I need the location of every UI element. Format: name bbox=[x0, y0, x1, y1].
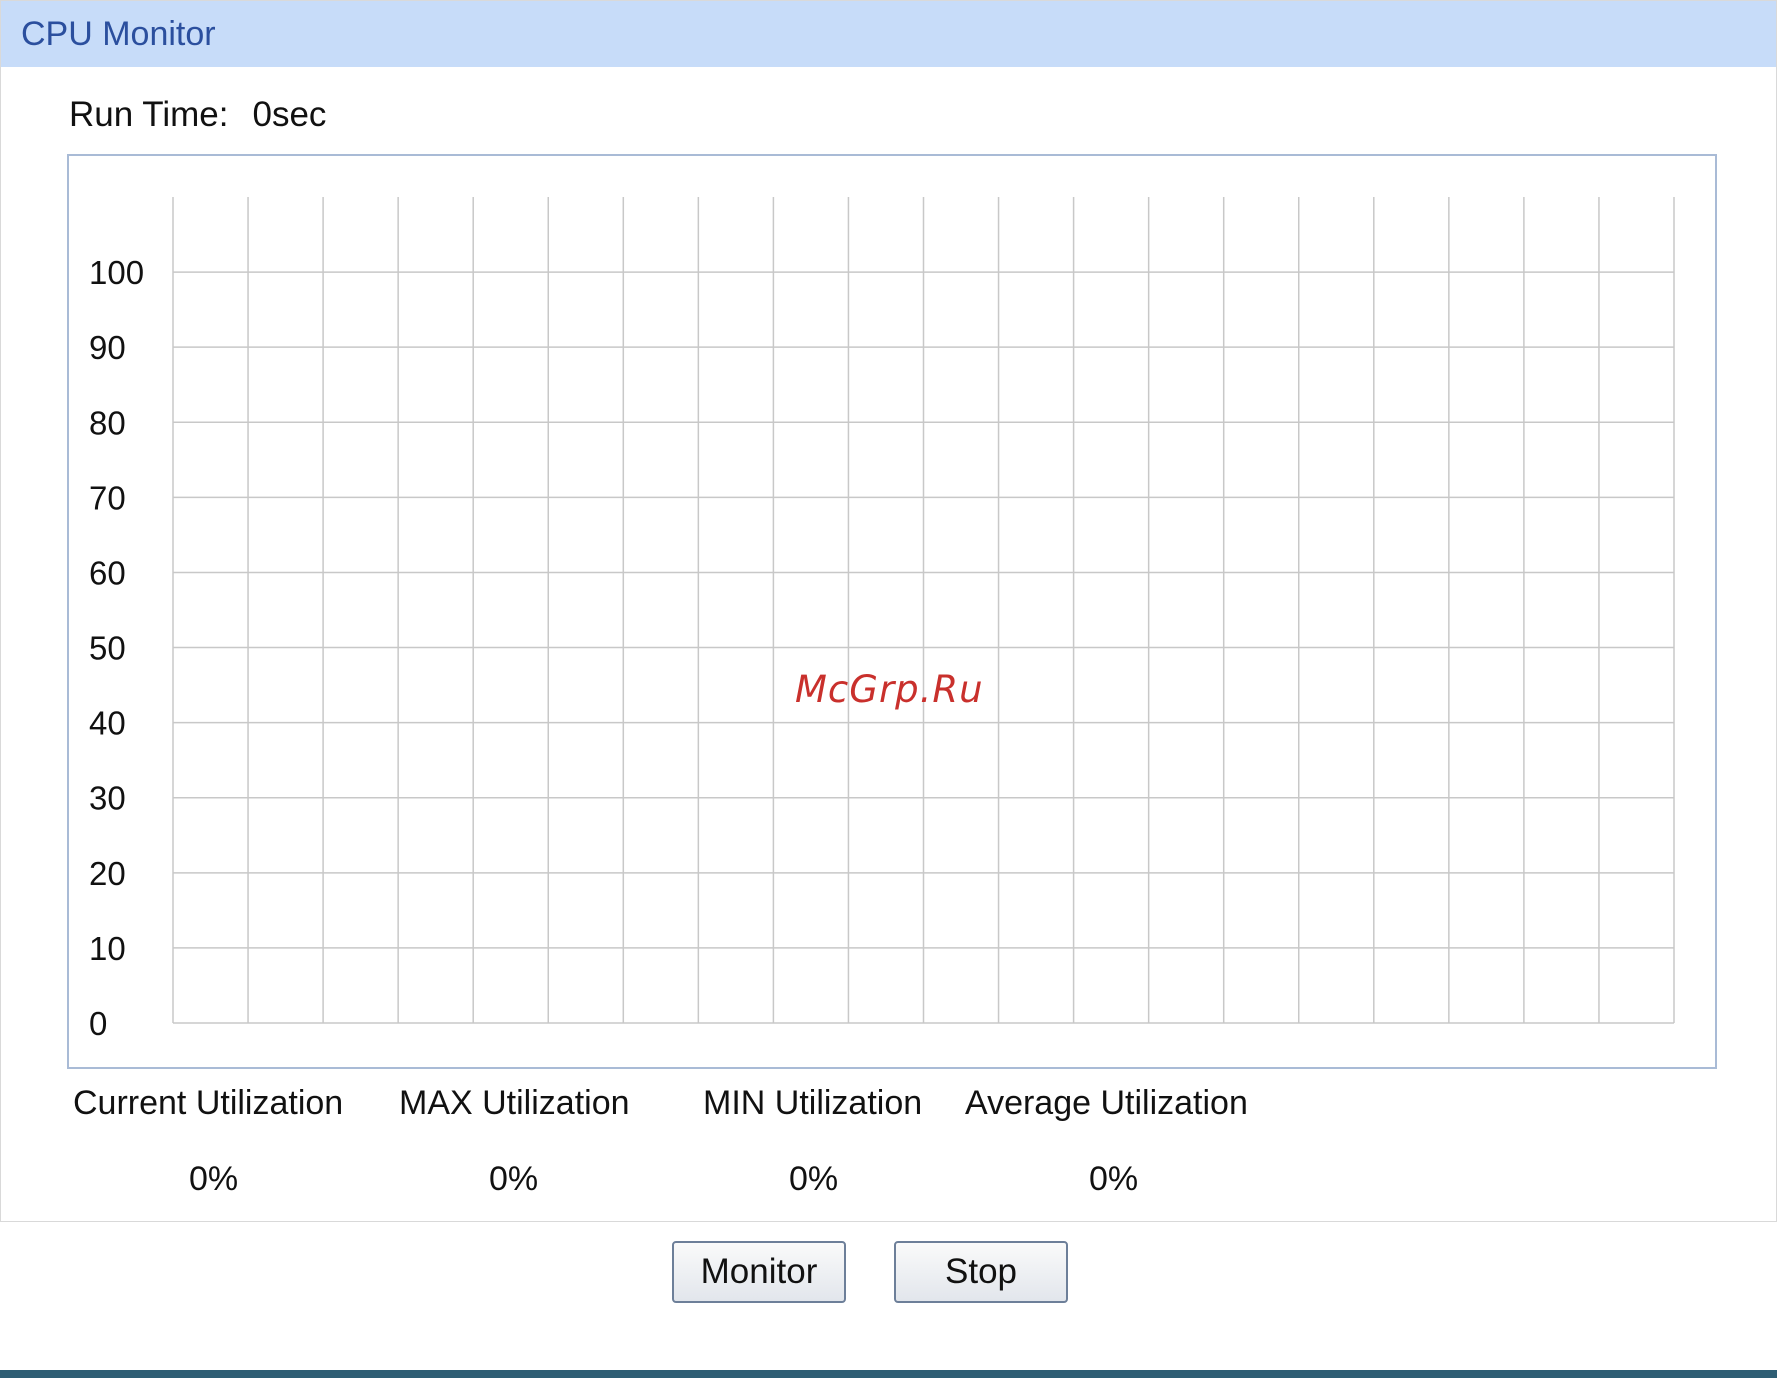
monitor-button[interactable]: Monitor bbox=[672, 1241, 846, 1303]
y-tick-label: 20 bbox=[89, 855, 126, 892]
y-tick-label: 80 bbox=[89, 404, 126, 441]
watermark: McGrp.Ru bbox=[795, 668, 984, 711]
footer-bar bbox=[0, 1370, 1777, 1378]
y-tick-label: 90 bbox=[89, 329, 126, 366]
panel-title: CPU Monitor bbox=[21, 15, 216, 53]
min-utilization-value: 0% bbox=[789, 1160, 839, 1198]
current-utilization-value: 0% bbox=[189, 1160, 239, 1198]
cpu-chart-svg: 1009080706050403020100 bbox=[89, 197, 1675, 1042]
average-utilization-label: Average Utilization bbox=[965, 1084, 1248, 1122]
cpu-chart: 100 90 80 70 60 50 40 30 20 10 0 bbox=[67, 154, 1717, 1069]
y-tick-label: 60 bbox=[89, 554, 126, 591]
run-time-label: Run Time: bbox=[69, 95, 229, 134]
y-tick-label: 40 bbox=[89, 705, 126, 742]
y-tick-label: 100 bbox=[89, 254, 144, 291]
panel-header: CPU Monitor bbox=[1, 1, 1776, 67]
y-tick-label: 0 bbox=[89, 1005, 107, 1042]
y-tick-label: 70 bbox=[89, 479, 126, 516]
stop-button[interactable]: Stop bbox=[894, 1241, 1068, 1303]
average-utilization-value: 0% bbox=[1089, 1160, 1139, 1198]
y-tick-label: 30 bbox=[89, 780, 126, 817]
max-utilization-value: 0% bbox=[489, 1160, 539, 1198]
utilization-stats: Current Utilization MAX Utilization MIN … bbox=[71, 1084, 1371, 1204]
cpu-monitor-panel: CPU Monitor Run Time: 0sec 100 90 80 70 60 50 4… bbox=[0, 0, 1777, 1222]
current-utilization-label: Current Utilization bbox=[73, 1084, 344, 1122]
min-utilization-label: MIN Utilization bbox=[703, 1084, 923, 1122]
max-utilization-label: MAX Utilization bbox=[399, 1084, 630, 1122]
y-tick-label: 10 bbox=[89, 930, 126, 967]
run-time-value: 0sec bbox=[252, 95, 327, 134]
run-time: Run Time: 0sec bbox=[69, 95, 326, 135]
y-tick-label: 50 bbox=[89, 630, 126, 667]
